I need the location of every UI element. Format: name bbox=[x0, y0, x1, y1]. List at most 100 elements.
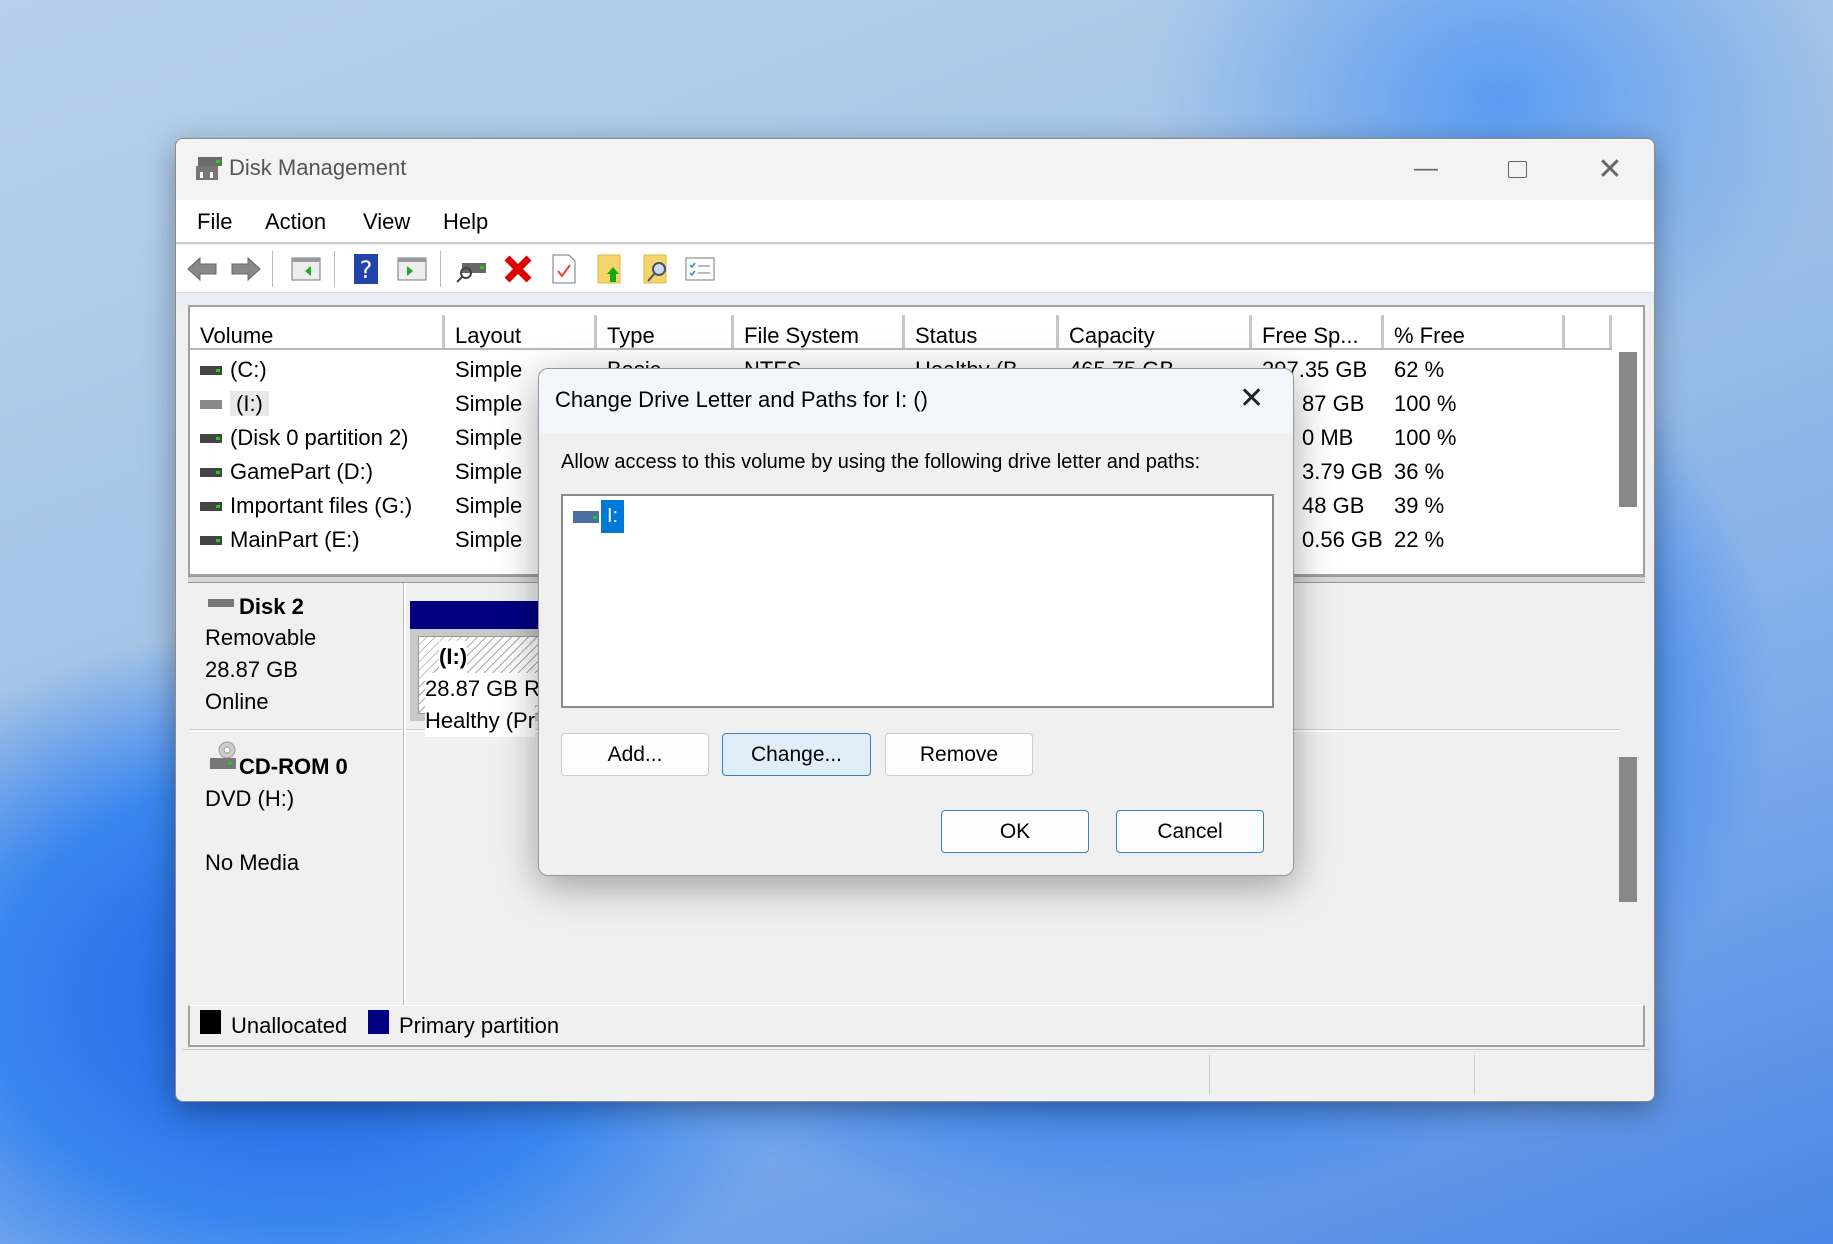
content-top-band bbox=[176, 293, 1654, 305]
list-item[interactable]: I: bbox=[573, 500, 625, 533]
cell-volume: (C:) bbox=[190, 352, 445, 386]
connect-drive-button[interactable] bbox=[456, 253, 488, 285]
ok-button[interactable]: OK bbox=[941, 810, 1089, 853]
toolbar: ? bbox=[176, 245, 1654, 293]
column-header[interactable]: % Free bbox=[1384, 315, 1565, 348]
menu-file[interactable]: File bbox=[197, 209, 232, 235]
dialog-close-button[interactable]: ✕ bbox=[1239, 381, 1264, 416]
toolbar-separator bbox=[440, 251, 441, 287]
close-button[interactable]: ✕ bbox=[1587, 149, 1633, 189]
column-header[interactable]: Type bbox=[597, 315, 734, 348]
cell-text: 39 % bbox=[1394, 493, 1445, 518]
drive-letter: I: bbox=[601, 500, 625, 533]
disk-name: Disk 2 bbox=[239, 594, 304, 619]
status-divider bbox=[1474, 1055, 1475, 1095]
partition-size: 28.87 GB R bbox=[425, 673, 540, 705]
find-button[interactable] bbox=[640, 253, 672, 285]
close-icon: ✕ bbox=[1239, 382, 1265, 415]
properties-icon bbox=[552, 254, 576, 284]
properties-button[interactable] bbox=[548, 253, 580, 285]
minimize-button[interactable]: — bbox=[1403, 149, 1449, 189]
disk-column-divider bbox=[403, 583, 406, 1005]
help-icon: ? bbox=[354, 254, 378, 284]
export-button[interactable] bbox=[594, 253, 626, 285]
partition-status: Healthy (Pr bbox=[425, 705, 536, 737]
cell-volume: Important files (G:) bbox=[190, 488, 445, 522]
disk-2-info[interactable]: Disk 2 Removable 28.87 GB Online bbox=[190, 583, 402, 729]
maximize-button[interactable] bbox=[1494, 149, 1540, 189]
change-button[interactable]: Change... bbox=[722, 733, 871, 776]
cell-text: GamePart (D:) bbox=[230, 459, 374, 484]
legend-swatch-primary bbox=[368, 1010, 389, 1034]
cell-text: Simple bbox=[455, 391, 523, 416]
disk-management-icon bbox=[196, 157, 222, 180]
cell-text: Important files (G:) bbox=[230, 493, 413, 518]
cell-pct: 62 % bbox=[1384, 352, 1565, 386]
volume-list-scrollbar-thumb[interactable] bbox=[1619, 352, 1637, 507]
drive-icon bbox=[573, 510, 599, 523]
cell-volume: (I:) bbox=[190, 386, 445, 420]
delete-button[interactable] bbox=[502, 253, 534, 285]
column-header[interactable]: Volume bbox=[190, 315, 445, 348]
connect-drive-icon bbox=[456, 263, 486, 283]
toolbar-separator bbox=[272, 251, 273, 287]
maximize-icon bbox=[1507, 160, 1527, 178]
dialog-prompt: Allow access to this volume by using the… bbox=[561, 451, 1201, 473]
remove-button[interactable]: Remove bbox=[885, 733, 1033, 776]
console-tree-button[interactable] bbox=[290, 253, 322, 285]
column-header[interactable]: Capacity bbox=[1059, 315, 1252, 348]
delete-icon bbox=[504, 255, 532, 283]
cell-text: 62 % bbox=[1394, 357, 1445, 382]
volume-drive-icon bbox=[200, 366, 222, 375]
cell-text: 48 GB bbox=[1302, 493, 1365, 518]
disk-status: No Media bbox=[205, 850, 300, 875]
dialog-title-bar[interactable]: Change Drive Letter and Paths for I: () … bbox=[539, 369, 1293, 433]
menu-bar: File Action View Help bbox=[176, 200, 1654, 244]
cell-text: 87 GB bbox=[1302, 391, 1365, 416]
close-icon: ✕ bbox=[1597, 152, 1623, 186]
column-header[interactable]: Status bbox=[905, 315, 1059, 348]
menu-view[interactable]: View bbox=[363, 209, 410, 235]
cancel-button[interactable]: Cancel bbox=[1116, 810, 1264, 853]
column-header[interactable]: Free Sp... bbox=[1252, 315, 1384, 348]
column-header[interactable]: File System bbox=[734, 315, 905, 348]
volume-drive-icon bbox=[200, 434, 222, 443]
find-icon bbox=[643, 254, 667, 284]
cell-text: (C:) bbox=[230, 357, 267, 382]
cell-text: 22 % bbox=[1394, 527, 1445, 552]
add-button[interactable]: Add... bbox=[561, 733, 709, 776]
cell-text: (Disk 0 partition 2) bbox=[230, 425, 409, 450]
cell-text: 100 % bbox=[1394, 391, 1457, 416]
cell-text: Simple bbox=[455, 527, 523, 552]
disk-size: 28.87 GB bbox=[205, 657, 298, 682]
minimize-icon: — bbox=[1414, 155, 1438, 182]
volume-drive-icon bbox=[200, 400, 222, 409]
window-title: Disk Management bbox=[229, 155, 407, 180]
back-button[interactable] bbox=[186, 253, 218, 285]
cell-text: Simple bbox=[455, 493, 523, 518]
cdrom-0-info[interactable]: CD-ROM 0 DVD (H:) No Media bbox=[190, 733, 402, 1003]
forward-button[interactable] bbox=[230, 253, 262, 285]
cell-volume: MainPart (E:) bbox=[190, 522, 445, 556]
column-header[interactable] bbox=[1565, 315, 1612, 348]
volume-drive-icon bbox=[200, 502, 222, 511]
cell-text: 100 % bbox=[1394, 425, 1457, 450]
help-button[interactable]: ? bbox=[350, 253, 382, 285]
disk-name: CD-ROM 0 bbox=[239, 754, 348, 779]
partition-label: (I:) bbox=[439, 641, 468, 673]
menu-help[interactable]: Help bbox=[443, 209, 488, 235]
volume-list-header: Volume Layout Type File System Status Capacit… bbox=[190, 315, 1612, 350]
settings-list-button[interactable] bbox=[684, 253, 716, 285]
status-divider bbox=[1209, 1055, 1210, 1095]
disk-view-scrollbar-thumb[interactable] bbox=[1619, 757, 1637, 902]
title-bar[interactable]: Disk Management — ✕ bbox=[176, 139, 1654, 200]
toolbar-separator bbox=[334, 251, 335, 287]
cell-text: Simple bbox=[455, 459, 523, 484]
cell-pct: 36 % bbox=[1384, 454, 1565, 488]
action-pane-button[interactable] bbox=[396, 253, 428, 285]
show-hide-console-tree-icon bbox=[291, 257, 321, 281]
drive-paths-listbox[interactable]: I: bbox=[561, 494, 1274, 708]
column-header[interactable]: Layout bbox=[445, 315, 597, 348]
menu-action[interactable]: Action bbox=[265, 209, 326, 235]
status-bar bbox=[183, 1049, 1649, 1099]
